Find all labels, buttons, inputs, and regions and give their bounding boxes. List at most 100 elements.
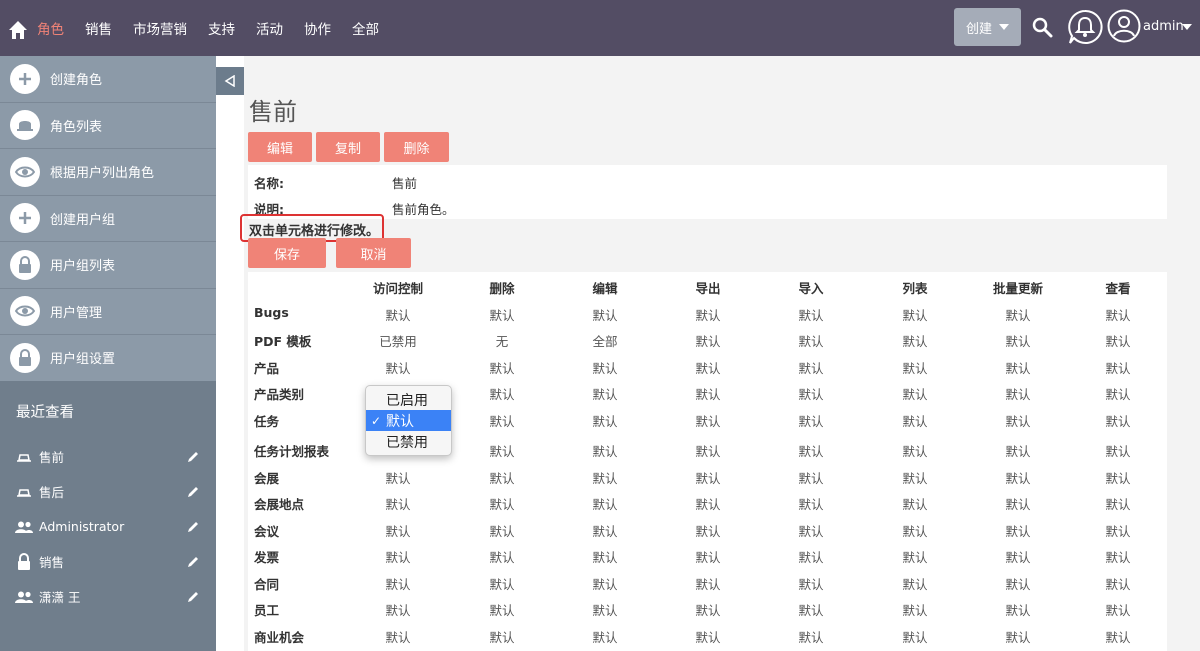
table-cell[interactable]: 默认 xyxy=(1005,441,1030,460)
table-cell[interactable]: 默认 xyxy=(1105,468,1130,487)
sidebar-item-5[interactable]: 用户管理 xyxy=(0,289,216,335)
table-cell[interactable]: 默认 xyxy=(902,305,927,324)
table-cell[interactable]: 默认 xyxy=(489,627,514,646)
user-menu-label[interactable]: admin xyxy=(1143,19,1184,34)
table-cell[interactable]: 默认 xyxy=(798,358,823,377)
table-cell[interactable]: 默认 xyxy=(1105,600,1130,619)
table-cell[interactable]: 默认 xyxy=(902,600,927,619)
table-cell[interactable]: 默认 xyxy=(1005,468,1030,487)
table-cell[interactable]: 默认 xyxy=(1105,358,1130,377)
access-dropdown[interactable]: 已启用 ✓ 默认 已禁用 xyxy=(365,385,452,456)
table-cell[interactable]: 默认 xyxy=(798,574,823,593)
table-cell[interactable]: 默认 xyxy=(1105,574,1130,593)
table-cell[interactable]: 默认 xyxy=(385,627,410,646)
table-cell[interactable]: 默认 xyxy=(798,600,823,619)
table-cell[interactable]: 默认 xyxy=(592,468,617,487)
table-cell[interactable]: 默认 xyxy=(695,305,720,324)
dropdown-option[interactable]: 已启用 xyxy=(366,389,451,410)
table-cell[interactable]: 默认 xyxy=(902,627,927,646)
table-cell[interactable]: 默认 xyxy=(1005,627,1030,646)
table-cell[interactable]: 默认 xyxy=(489,574,514,593)
table-cell[interactable]: 默认 xyxy=(1105,384,1130,403)
notification-bell-icon[interactable] xyxy=(1067,9,1103,45)
table-cell[interactable]: 默认 xyxy=(902,441,927,460)
table-cell[interactable]: 已禁用 xyxy=(379,331,417,350)
table-cell[interactable]: 默认 xyxy=(385,547,410,566)
table-cell[interactable]: 默认 xyxy=(1005,521,1030,540)
table-cell[interactable]: 默认 xyxy=(489,600,514,619)
table-cell[interactable]: 默认 xyxy=(385,358,410,377)
nav-item-2[interactable]: 市场营销 xyxy=(133,18,187,38)
table-cell[interactable]: 默认 xyxy=(1005,547,1030,566)
table-cell[interactable]: 默认 xyxy=(798,494,823,513)
delete-button[interactable]: 删除 xyxy=(384,132,449,162)
table-cell[interactable]: 默认 xyxy=(489,441,514,460)
table-cell[interactable]: 默认 xyxy=(695,384,720,403)
nav-item-5[interactable]: 协作 xyxy=(304,18,331,38)
table-cell[interactable]: 默认 xyxy=(695,521,720,540)
table-cell[interactable]: 默认 xyxy=(592,521,617,540)
table-cell[interactable]: 全部 xyxy=(592,331,617,350)
table-cell[interactable]: 默认 xyxy=(385,494,410,513)
user-menu-chevron-icon[interactable] xyxy=(1182,24,1192,30)
table-cell[interactable]: 默认 xyxy=(1105,305,1130,324)
table-cell[interactable]: 默认 xyxy=(592,627,617,646)
table-cell[interactable]: 默认 xyxy=(1005,494,1030,513)
recent-item-1[interactable]: 售后 xyxy=(0,474,216,509)
pencil-icon[interactable] xyxy=(186,555,200,569)
table-cell[interactable]: 默认 xyxy=(695,627,720,646)
sidebar-item-1[interactable]: 角色列表 xyxy=(0,103,216,149)
sidebar-item-3[interactable]: 创建用户组 xyxy=(0,196,216,242)
table-cell[interactable]: 默认 xyxy=(902,411,927,430)
recent-item-2[interactable]: Administrator xyxy=(0,509,216,544)
table-cell[interactable]: 默认 xyxy=(1105,627,1130,646)
nav-item-1[interactable]: 销售 xyxy=(85,18,112,38)
table-cell[interactable]: 默认 xyxy=(798,305,823,324)
pencil-icon[interactable] xyxy=(186,520,200,534)
table-cell[interactable]: 默认 xyxy=(385,468,410,487)
table-cell[interactable]: 默认 xyxy=(592,305,617,324)
copy-button[interactable]: 复制 xyxy=(316,132,380,162)
pencil-icon[interactable] xyxy=(186,590,200,604)
table-cell[interactable]: 默认 xyxy=(902,384,927,403)
table-cell[interactable]: 默认 xyxy=(1105,441,1130,460)
table-cell[interactable]: 默认 xyxy=(385,305,410,324)
table-cell[interactable]: 默认 xyxy=(798,627,823,646)
table-cell[interactable]: 默认 xyxy=(695,411,720,430)
table-cell[interactable]: 默认 xyxy=(695,468,720,487)
search-icon[interactable] xyxy=(1031,16,1053,38)
table-cell[interactable]: 默认 xyxy=(902,494,927,513)
table-cell[interactable]: 默认 xyxy=(592,384,617,403)
table-cell[interactable]: 默认 xyxy=(592,441,617,460)
table-cell[interactable]: 默认 xyxy=(1005,358,1030,377)
save-button[interactable]: 保存 xyxy=(248,238,326,268)
collapse-sidebar-button[interactable] xyxy=(216,67,244,95)
cancel-button[interactable]: 取消 xyxy=(336,238,411,268)
table-cell[interactable]: 默认 xyxy=(1005,384,1030,403)
nav-item-6[interactable]: 全部 xyxy=(352,18,379,38)
table-cell[interactable]: 默认 xyxy=(592,600,617,619)
nav-item-0[interactable]: 角色 xyxy=(37,18,64,38)
table-cell[interactable]: 默认 xyxy=(1105,521,1130,540)
table-cell[interactable]: 默认 xyxy=(385,574,410,593)
table-cell[interactable]: 默认 xyxy=(695,574,720,593)
table-cell[interactable]: 默认 xyxy=(798,547,823,566)
table-cell[interactable]: 默认 xyxy=(489,494,514,513)
table-cell[interactable]: 默认 xyxy=(902,358,927,377)
table-cell[interactable]: 默认 xyxy=(1005,305,1030,324)
table-cell[interactable]: 默认 xyxy=(902,521,927,540)
pencil-icon[interactable] xyxy=(186,450,200,464)
table-cell[interactable]: 默认 xyxy=(798,468,823,487)
table-cell[interactable]: 默认 xyxy=(1105,547,1130,566)
table-cell[interactable]: 默认 xyxy=(1105,331,1130,350)
table-cell[interactable]: 默认 xyxy=(1005,331,1030,350)
recent-item-4[interactable]: 潇潇 王 xyxy=(0,579,216,614)
table-cell[interactable]: 默认 xyxy=(902,574,927,593)
table-cell[interactable]: 默认 xyxy=(489,411,514,430)
recent-item-0[interactable]: 售前 xyxy=(0,439,216,474)
sidebar-item-4[interactable]: 用户组列表 xyxy=(0,242,216,289)
sidebar-item-6[interactable]: 用户组设置 xyxy=(0,335,216,382)
table-cell[interactable]: 默认 xyxy=(489,358,514,377)
table-cell[interactable]: 默认 xyxy=(1005,600,1030,619)
table-cell[interactable]: 默认 xyxy=(798,331,823,350)
